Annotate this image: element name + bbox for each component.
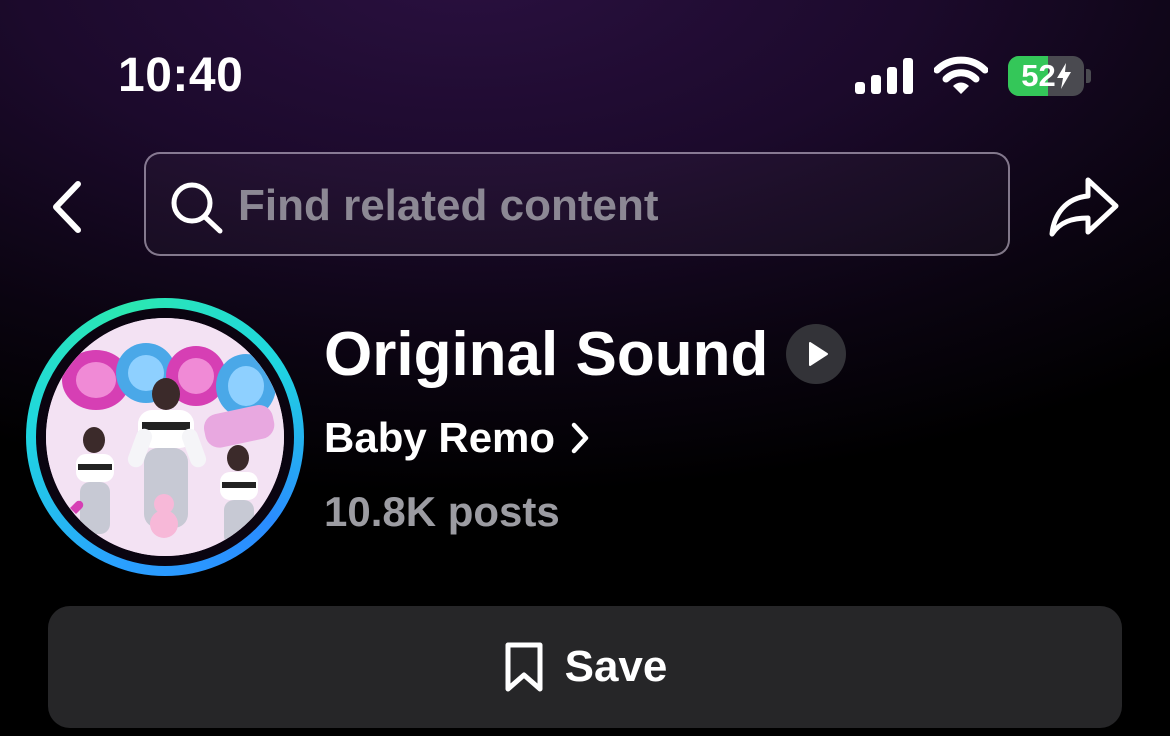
post-count: 10.8K posts bbox=[324, 488, 560, 535]
play-icon bbox=[809, 342, 828, 366]
signal-icon bbox=[855, 58, 913, 94]
search-placeholder: Find related content bbox=[238, 181, 659, 230]
battery-icon: 52 bbox=[1008, 56, 1084, 96]
cover-art-image bbox=[46, 318, 284, 556]
search-input[interactable]: Find related content bbox=[144, 152, 1010, 256]
battery-cap bbox=[1086, 69, 1091, 83]
sound-cover[interactable] bbox=[26, 298, 304, 576]
bookmark-icon bbox=[505, 642, 543, 692]
artist-name: Baby Remo bbox=[324, 414, 556, 461]
share-arrow-icon[interactable] bbox=[1048, 174, 1120, 238]
sound-title: Original Sound bbox=[324, 320, 769, 389]
save-label: Save bbox=[564, 642, 668, 691]
charging-bolt-icon bbox=[1056, 63, 1071, 89]
search-icon bbox=[171, 182, 223, 234]
save-button[interactable]: Save bbox=[48, 606, 1122, 728]
sound-page: 10:40 52 Find related content Original S… bbox=[0, 0, 1170, 736]
status-time: 10:40 bbox=[118, 49, 244, 102]
play-button[interactable] bbox=[786, 324, 846, 384]
chevron-left-icon[interactable] bbox=[48, 180, 84, 234]
cover-art-illustration bbox=[46, 318, 284, 556]
wifi-icon bbox=[934, 56, 988, 94]
artist-link[interactable]: Baby Remo bbox=[324, 412, 591, 464]
chevron-right-icon bbox=[571, 422, 589, 454]
battery-percent: 52 bbox=[1021, 58, 1056, 93]
